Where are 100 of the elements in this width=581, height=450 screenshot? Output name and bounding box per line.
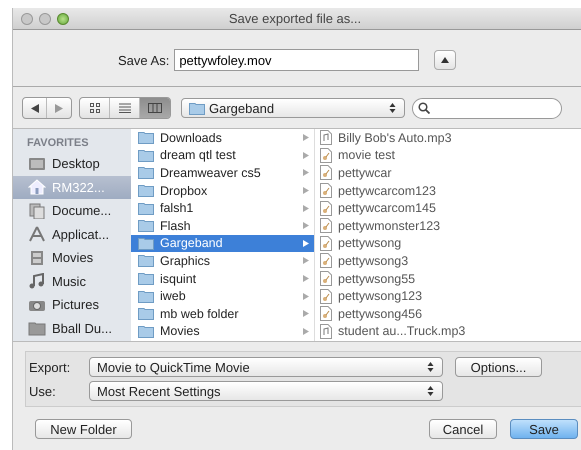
file-item[interactable]: pettywcar: [315, 164, 498, 182]
folder-icon: [138, 272, 154, 286]
file-item[interactable]: pettywmonster123: [315, 216, 498, 235]
sidebar-item[interactable]: Music: [13, 270, 131, 293]
save-as-label: Save As:: [118, 52, 170, 68]
file-item[interactable]: pettywsong123: [315, 287, 498, 305]
sidebar-item[interactable]: Docume...: [13, 199, 131, 222]
folder-item[interactable]: Flash: [131, 216, 314, 235]
folder-item[interactable]: Dropbox: [131, 182, 314, 200]
disclosure-triangle-icon: [303, 222, 309, 230]
folder-icon: [138, 131, 154, 144]
list-view-icon: [118, 103, 130, 113]
column-view-icon: [148, 103, 162, 113]
updown-arrows-icon: [389, 102, 396, 114]
location-popup[interactable]: Gargeband: [181, 98, 405, 118]
search-field[interactable]: [412, 98, 562, 118]
film-icon: [28, 250, 46, 266]
close-button[interactable]: [21, 12, 33, 24]
folder-icon: [138, 148, 154, 162]
folder-icon: [189, 102, 205, 114]
sidebar-heading: FAVORITES: [26, 137, 90, 151]
house-icon: [28, 179, 46, 196]
disclosure-triangle-icon: [303, 275, 309, 282]
folder-item[interactable]: Gargeband: [131, 234, 314, 252]
disclosure-triangle-icon: [303, 310, 309, 318]
folder-item[interactable]: dream qtl test: [131, 146, 314, 164]
disclosure-triangle-icon: [303, 257, 309, 264]
disclosure-triangle-icon: [303, 187, 309, 194]
documents-icon: [28, 202, 46, 219]
use-popup[interactable]: Most Recent Settings: [89, 381, 443, 401]
window-title: Save exported file as...: [228, 11, 362, 26]
sidebar-item[interactable]: Desktop: [13, 152, 131, 176]
folder-icon: [138, 166, 154, 180]
document-icon: [320, 271, 332, 286]
grid-view-icon: [90, 103, 100, 113]
compass-a-icon: [28, 226, 46, 242]
file-item[interactable]: pettywsong3: [315, 252, 498, 270]
file-item[interactable]: Billy Bob's Auto.mp3: [315, 129, 498, 147]
folder-item[interactable]: iweb: [131, 287, 314, 305]
sidebar-item[interactable]: Pictures: [13, 293, 131, 316]
document-icon: [320, 165, 332, 180]
file-item[interactable]: pettywsong55: [315, 270, 498, 288]
export-label: Export:: [28, 360, 72, 374]
folder-item[interactable]: mb web folder: [131, 304, 314, 323]
document-icon: [320, 183, 332, 198]
folder-item[interactable]: Movies: [131, 322, 314, 340]
sidebar-item[interactable]: Movies: [13, 246, 131, 270]
file-item[interactable]: pettywsong: [315, 234, 498, 252]
document-icon: [320, 236, 332, 251]
document-icon: [320, 218, 332, 234]
disclosure-triangle-icon: [303, 169, 309, 176]
disclosure-triangle-icon: [303, 328, 309, 335]
use-label: Use:: [28, 384, 57, 398]
search-icon: [418, 102, 430, 114]
sidebar-item[interactable]: Bball Du...: [13, 316, 131, 340]
desktop-icon: [28, 156, 46, 172]
document-icon: [320, 200, 332, 216]
folder-icon: [138, 254, 154, 268]
folder-icon: [138, 184, 154, 198]
music-note-icon: [28, 273, 46, 290]
disclosure-triangle-icon: [303, 292, 309, 300]
minimize-button[interactable]: [39, 12, 51, 24]
view-mode-button[interactable]: [140, 98, 170, 118]
file-item[interactable]: pettywcarcom145: [315, 199, 498, 217]
new-folder-button[interactable]: New Folder: [35, 419, 132, 439]
folder-icon: [138, 236, 154, 250]
file-item[interactable]: movie test: [315, 146, 498, 164]
folder-item[interactable]: Dreamweaver cs5: [131, 164, 314, 182]
folder-icon: [138, 219, 154, 232]
document-icon: [320, 306, 332, 322]
file-item[interactable]: pettywsong456: [315, 304, 498, 323]
folder-item[interactable]: falsh1: [131, 199, 314, 217]
folder-item[interactable]: Graphics: [131, 252, 314, 270]
updown-arrows-icon: [427, 361, 434, 373]
updown-arrows-icon: [427, 385, 434, 397]
folder-item[interactable]: Downloads: [131, 129, 314, 147]
collapse-button[interactable]: [434, 50, 456, 70]
audio-file-icon: [320, 324, 332, 339]
disclosure-triangle-icon: [303, 152, 309, 159]
document-icon: [320, 288, 332, 304]
disclosure-triangle-icon: [303, 240, 309, 247]
folder-icon: [138, 307, 154, 320]
up-triangle-icon: [441, 57, 450, 63]
folder-icon: [138, 202, 154, 215]
disclosure-triangle-icon: [303, 204, 309, 212]
folder-item[interactable]: isquint: [131, 270, 314, 288]
save-button[interactable]: Save: [510, 419, 578, 439]
document-icon: [320, 148, 332, 163]
cancel-button[interactable]: Cancel: [429, 419, 497, 439]
left-triangle-icon: [30, 104, 38, 112]
document-icon: [320, 253, 332, 268]
disclosure-triangle-icon: [303, 134, 309, 142]
file-name-field[interactable]: pettywfoley.mov: [174, 49, 420, 71]
folder-icon: [138, 290, 154, 303]
zoom-button[interactable]: [57, 12, 69, 24]
file-item[interactable]: pettywcarcom123: [315, 182, 498, 200]
export-popup[interactable]: Movie to QuickTime Movie: [89, 357, 443, 377]
file-item[interactable]: student au...Truck.mp3: [315, 322, 498, 340]
options-button[interactable]: Options...: [455, 357, 542, 377]
sidebar-item[interactable]: Applicat...: [13, 222, 131, 246]
